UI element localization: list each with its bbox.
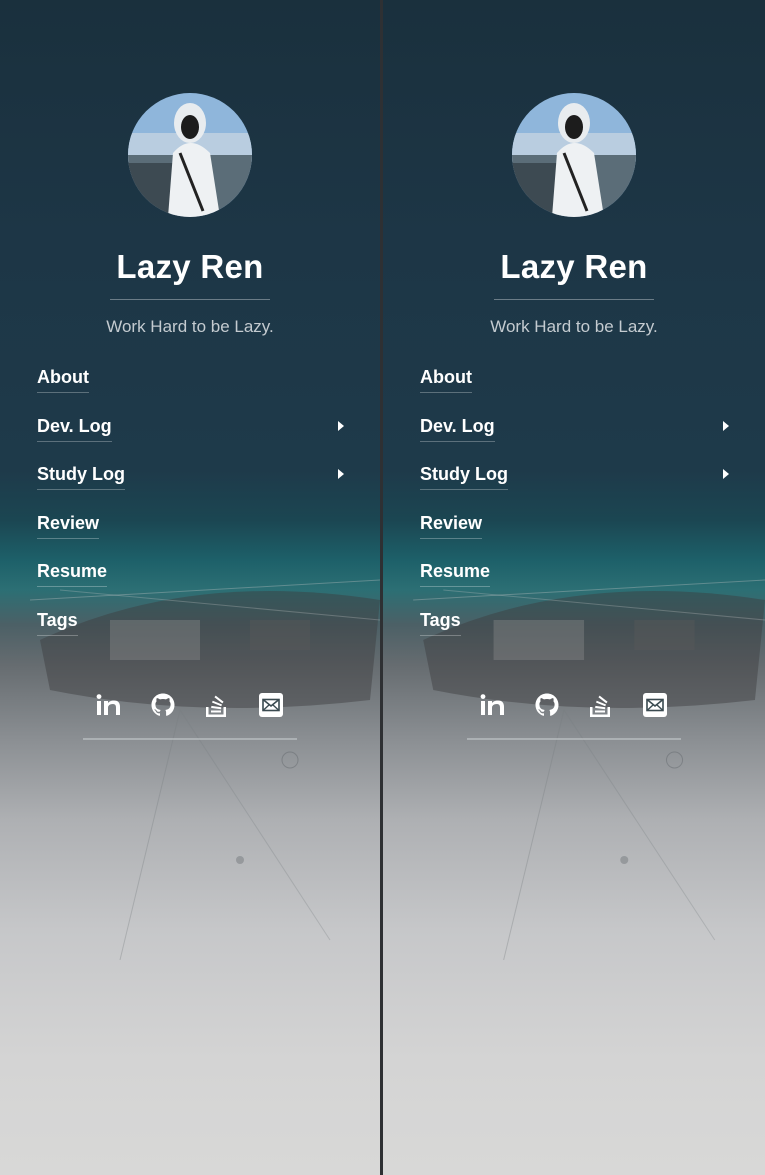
nav-label[interactable]: Resume xyxy=(37,560,108,588)
nav-label[interactable]: Resume xyxy=(420,560,491,588)
email-icon[interactable] xyxy=(638,690,672,720)
nav-item-review[interactable]: Review xyxy=(420,512,729,561)
social-links xyxy=(0,690,380,720)
profile-name: Lazy Ren xyxy=(116,248,264,285)
stackoverflow-icon[interactable] xyxy=(200,690,234,720)
caret-right-icon[interactable] xyxy=(723,420,729,431)
github-icon[interactable] xyxy=(146,690,180,720)
caret-right-icon[interactable] xyxy=(338,420,344,431)
nav-item-about[interactable]: About xyxy=(37,366,344,415)
profile-tagline: Work Hard to be Lazy. xyxy=(490,317,658,336)
nav-item-resume[interactable]: Resume xyxy=(420,560,729,609)
email-icon[interactable] xyxy=(254,690,288,720)
nav-label[interactable]: About xyxy=(420,366,472,393)
nav-label[interactable]: About xyxy=(37,366,89,393)
nav-label[interactable]: Dev. Log xyxy=(420,415,495,442)
nav-label[interactable]: Study Log xyxy=(37,463,125,491)
linkedin-icon[interactable] xyxy=(92,690,126,720)
nav-item-review[interactable]: Review xyxy=(37,512,344,561)
nav-label[interactable]: Study Log xyxy=(420,463,508,491)
nav-label[interactable]: Dev. Log xyxy=(37,415,112,442)
nav-item-dev-log[interactable]: Dev. Log xyxy=(37,415,344,464)
sidebar-panel-left: Lazy Ren Work Hard to be Lazy. About Dev… xyxy=(0,0,380,1175)
nav-label[interactable]: Review xyxy=(37,512,100,539)
nav-item-dev-log[interactable]: Dev. Log xyxy=(420,415,729,464)
profile-avatar[interactable] xyxy=(128,93,252,217)
nav-item-tags[interactable]: Tags xyxy=(420,609,729,658)
profile-name: Lazy Ren xyxy=(500,248,648,285)
nav-label[interactable]: Tags xyxy=(37,609,78,636)
sidebar-nav: About Dev. Log Study Log Review Resume T… xyxy=(37,366,344,658)
nav-item-tags[interactable]: Tags xyxy=(37,609,344,658)
github-icon[interactable] xyxy=(530,690,564,720)
nav-item-study-log[interactable]: Study Log xyxy=(420,463,729,512)
nav-item-study-log[interactable]: Study Log xyxy=(37,463,344,512)
linkedin-icon[interactable] xyxy=(476,690,510,720)
sidebar-panel-right: Lazy Ren Work Hard to be Lazy. About Dev… xyxy=(383,0,765,1175)
screenshot-stage: Lazy Ren Work Hard to be Lazy. About Dev… xyxy=(0,0,765,1175)
caret-right-icon[interactable] xyxy=(723,469,729,480)
nav-item-about[interactable]: About xyxy=(420,366,729,415)
profile-avatar[interactable] xyxy=(512,93,636,217)
name-divider xyxy=(110,299,270,300)
social-divider xyxy=(83,738,297,740)
stackoverflow-icon[interactable] xyxy=(584,690,618,720)
social-divider xyxy=(467,738,681,740)
name-divider xyxy=(494,299,654,300)
social-links xyxy=(383,690,765,720)
caret-right-icon[interactable] xyxy=(338,469,344,480)
nav-label[interactable]: Review xyxy=(420,512,483,539)
nav-item-resume[interactable]: Resume xyxy=(37,560,344,609)
profile-tagline: Work Hard to be Lazy. xyxy=(106,317,274,336)
nav-label[interactable]: Tags xyxy=(420,609,461,636)
sidebar-nav: About Dev. Log Study Log Review Resume T… xyxy=(420,366,729,658)
